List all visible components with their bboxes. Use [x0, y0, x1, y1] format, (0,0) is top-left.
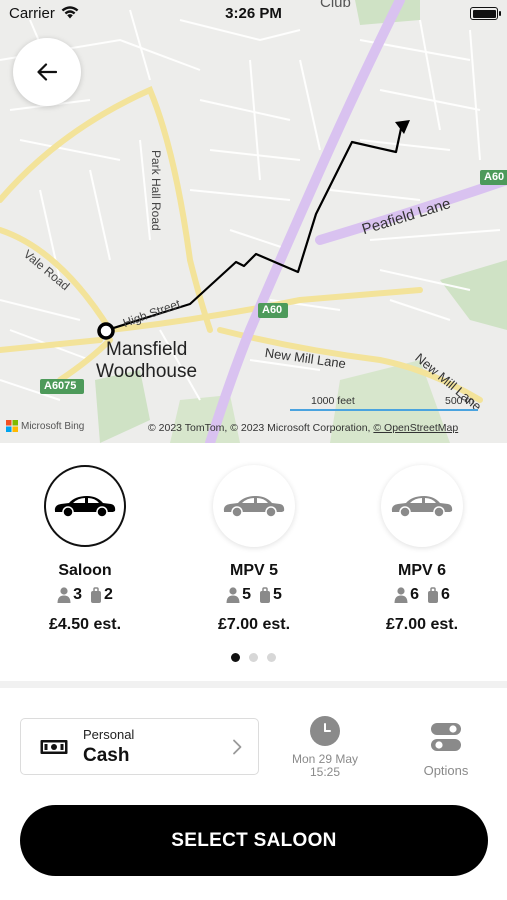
- person-icon: [226, 586, 240, 603]
- map-label-a60: A60: [262, 304, 283, 316]
- select-button-label: SELECT SALOON: [171, 829, 337, 851]
- vehicle-option-saloon[interactable]: Saloon 3 2 £4.50 est.: [10, 465, 160, 634]
- vehicle-capacity: 3 2: [10, 586, 160, 604]
- vehicle-name: MPV 5: [229, 562, 278, 579]
- payment-method-label: Cash: [83, 745, 130, 766]
- passenger-count: 3: [73, 586, 82, 603]
- payment-method-selector[interactable]: Personal Cash: [20, 718, 259, 775]
- vehicle-price: £7.00 est.: [385, 616, 459, 633]
- map-label-a60-right: A60: [484, 171, 505, 183]
- map-label-mansfield: Mansfield: [106, 339, 188, 360]
- car-icon: [54, 496, 116, 518]
- luggage-count: 2: [104, 586, 113, 603]
- options-label: Options: [423, 763, 469, 778]
- map-scale-meters: 500 m: [445, 395, 475, 407]
- vehicle-name: Saloon: [58, 562, 112, 579]
- suitcase-icon: [260, 586, 270, 603]
- options-button[interactable]: Options: [405, 722, 487, 778]
- map-label-a6075: A6075: [44, 380, 77, 392]
- schedule-date: Mon 29 May: [291, 752, 359, 766]
- suitcase-icon: [428, 586, 438, 603]
- schedule-pickup-button[interactable]: Mon 29 May 15:25: [279, 716, 371, 778]
- bing-text: Microsoft Bing: [21, 420, 85, 432]
- page-dot-2[interactable]: [249, 653, 258, 662]
- status-bar: Carrier 3:26 PM: [0, 0, 507, 28]
- schedule-time: 15:25: [309, 765, 341, 779]
- toggle-options-icon: [431, 723, 461, 751]
- arrow-left-icon: [37, 63, 57, 81]
- suitcase-icon: [91, 586, 101, 603]
- payment-account-label: Personal: [83, 727, 135, 742]
- passenger-count: 6: [410, 586, 419, 603]
- luggage-count: 6: [441, 586, 450, 603]
- map-attribution: © 2023 TomTom, © 2023 Microsoft Corporat…: [148, 422, 458, 434]
- banknote-icon: [40, 740, 68, 754]
- openstreetmap-link[interactable]: © OpenStreetMap: [373, 422, 458, 434]
- select-saloon-button[interactable]: SELECT SALOON: [20, 805, 488, 876]
- luggage-count: 5: [273, 586, 282, 603]
- map-attribution-text: © 2023 TomTom, © 2023 Microsoft Corporat…: [148, 422, 374, 434]
- battery-icon: [470, 7, 501, 20]
- vehicle-name: MPV 6: [397, 562, 446, 579]
- microsoft-logo-icon: [6, 420, 18, 432]
- vehicle-price: £4.50 est.: [48, 616, 122, 633]
- car-icon: [223, 496, 285, 518]
- back-button[interactable]: [13, 38, 81, 106]
- vehicle-option-mpv6[interactable]: MPV 6 6 6 £7.00 est.: [347, 465, 497, 634]
- car-icon: [391, 496, 453, 518]
- chevron-right-icon: [233, 739, 242, 755]
- vehicle-capacity: 5 5: [179, 586, 329, 604]
- passenger-count: 5: [242, 586, 251, 603]
- person-icon: [57, 586, 71, 603]
- page-dot-3[interactable]: [267, 653, 276, 662]
- vehicle-option-mpv5[interactable]: MPV 5 5 5 £7.00 est.: [179, 465, 329, 634]
- vehicle-car-circle: [213, 465, 295, 547]
- map-scale-bar: [290, 408, 478, 411]
- vehicle-capacity: 6 6: [347, 586, 497, 604]
- map-label-woodhouse: Woodhouse: [96, 361, 198, 382]
- person-icon: [394, 586, 408, 603]
- page-indicator: [0, 653, 507, 662]
- page-dot-1[interactable]: [231, 653, 240, 662]
- map-label-park-hall-road: Park Hall Road: [149, 150, 163, 231]
- status-time: 3:26 PM: [225, 5, 282, 22]
- clock-icon: [310, 716, 340, 746]
- vehicle-car-circle: [381, 465, 463, 547]
- vehicle-price: £7.00 est.: [217, 616, 291, 633]
- vehicle-car-circle: [44, 465, 126, 547]
- map-scale-feet: 1000 feet: [311, 395, 355, 407]
- vehicle-selector: Saloon 3 2 £4.50 est. MPV 5 5 5 £7.00 es…: [0, 443, 507, 681]
- section-divider: [0, 681, 507, 688]
- bing-logo: Microsoft Bing: [6, 420, 84, 432]
